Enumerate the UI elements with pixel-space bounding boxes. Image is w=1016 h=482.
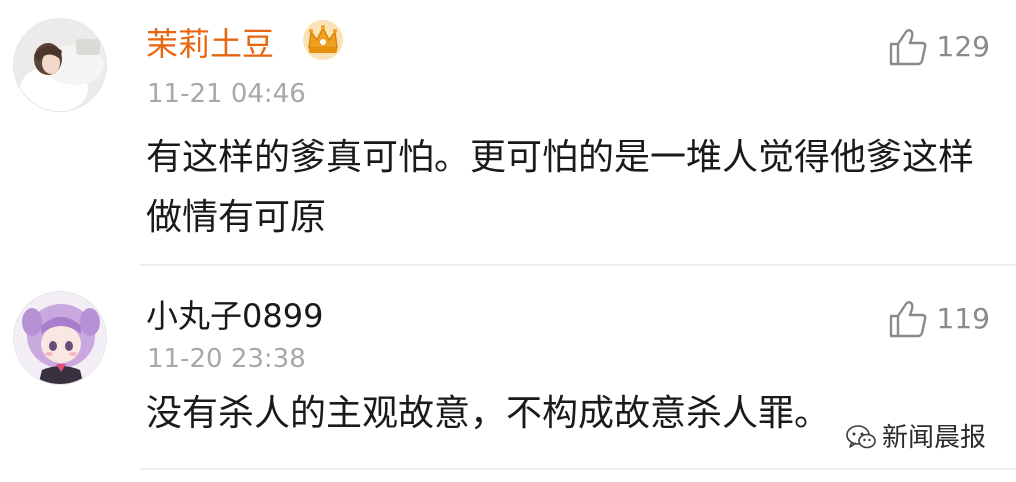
comment-item: 茉莉土豆 11-21 04:46 有这样的爹真可怕。更可怕的是一堆人觉得他爹这样… bbox=[0, 0, 1016, 264]
thumbs-up-icon[interactable] bbox=[887, 26, 929, 68]
divider bbox=[140, 468, 1016, 470]
comment-text: 有这样的爹真可怕。更可怕的是一堆人觉得他爹这样做情有可原 bbox=[146, 137, 975, 238]
username[interactable]: 小丸子0899 bbox=[146, 296, 323, 336]
timestamp: 11-21 04:46 bbox=[147, 79, 306, 109]
avatar[interactable] bbox=[13, 291, 107, 385]
wechat-icon bbox=[846, 425, 876, 449]
username[interactable]: 茉莉土豆 bbox=[146, 24, 274, 64]
watermark: 新闻晨报 bbox=[846, 422, 986, 454]
like-button[interactable]: 129 bbox=[887, 26, 990, 68]
avatar[interactable] bbox=[13, 18, 107, 112]
crown-icon bbox=[301, 18, 345, 62]
like-button[interactable]: 119 bbox=[887, 298, 990, 340]
like-count: 129 bbox=[936, 30, 990, 63]
watermark-text: 新闻晨报 bbox=[881, 423, 986, 453]
timestamp: 11-20 23:38 bbox=[147, 344, 306, 374]
like-count: 119 bbox=[936, 302, 990, 335]
thumbs-up-icon[interactable] bbox=[887, 298, 929, 340]
